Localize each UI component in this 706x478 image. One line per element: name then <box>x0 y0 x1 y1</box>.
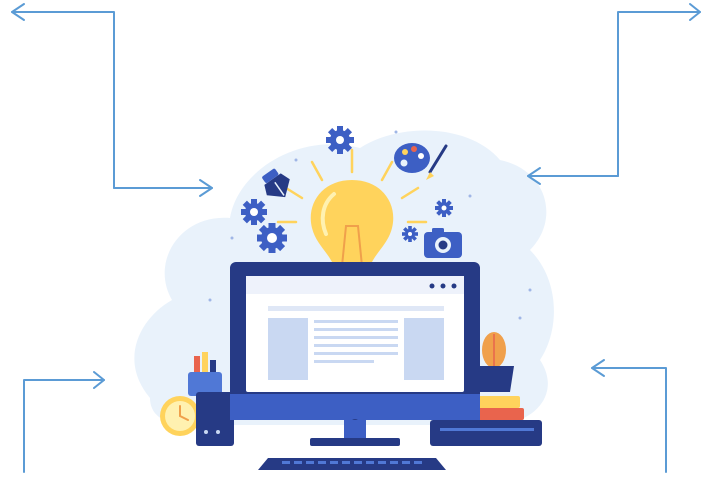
arrow-top-right <box>527 3 701 185</box>
arrow-bottom-right <box>591 359 667 473</box>
illustration-canvas <box>0 0 706 478</box>
arrow-top-left <box>11 3 213 197</box>
gear-icon <box>257 223 287 253</box>
gear-icon <box>435 199 453 217</box>
computer-monitor-icon <box>230 262 480 446</box>
gear-icon <box>326 126 354 154</box>
camera-icon <box>424 228 462 258</box>
speaker-icon <box>196 392 234 446</box>
screen-sidebar-left <box>268 318 308 380</box>
arrow-bottom-left <box>23 371 105 473</box>
screen-sidebar-right <box>404 318 444 380</box>
keyboard-icon <box>258 458 446 470</box>
clock-icon <box>160 396 200 436</box>
gear-icon <box>241 199 267 225</box>
gear-icon <box>402 226 418 242</box>
palette-icon <box>394 143 430 173</box>
